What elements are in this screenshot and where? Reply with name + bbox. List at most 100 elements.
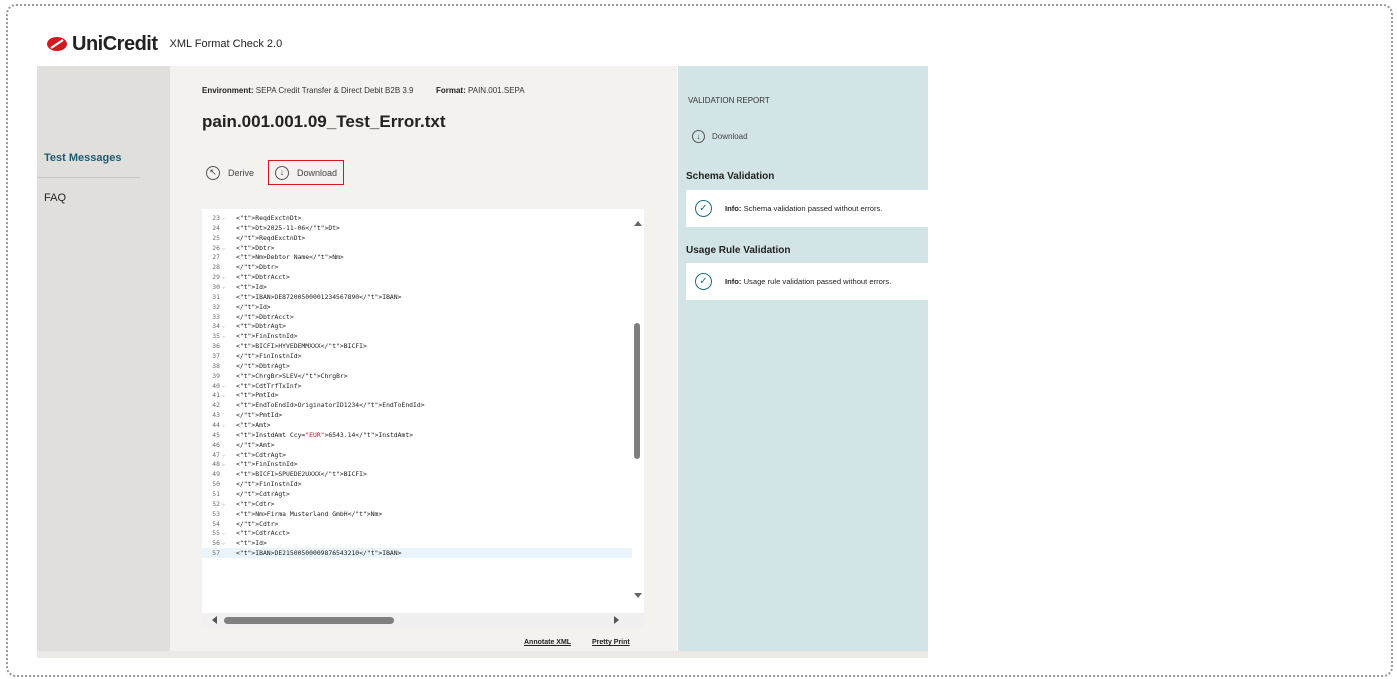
fold-chevron-icon[interactable]: ⌄ xyxy=(220,333,232,339)
line-number: 33 xyxy=(212,312,220,321)
sidebar-divider xyxy=(37,177,140,178)
code-line[interactable]: 44 ⌄ <"t">Amt> xyxy=(202,420,632,430)
app-header: UniCredit XML Format Check 2.0 xyxy=(46,33,282,55)
line-number: 31 xyxy=(212,292,220,301)
code-line[interactable]: 46 </"t">Amt> xyxy=(202,440,632,450)
code-line[interactable]: 28 </"t">Dbtr> xyxy=(202,262,632,272)
code-line[interactable]: 30 ⌄ <"t">Id> xyxy=(202,282,632,292)
code-line[interactable]: 47 ⌄ <"t">CdtrAgt> xyxy=(202,450,632,460)
line-number: 44 xyxy=(212,420,220,429)
code-text: <"t">Id> xyxy=(236,282,267,291)
footer-strip xyxy=(37,651,928,658)
line-number: 46 xyxy=(212,440,220,449)
fold-chevron-icon[interactable]: ⌄ xyxy=(220,501,232,507)
fold-chevron-icon[interactable]: ⌄ xyxy=(220,383,232,389)
scroll-right-icon[interactable] xyxy=(614,616,619,624)
vertical-scrollbar[interactable] xyxy=(632,209,644,613)
code-line[interactable]: 53 <"t">Nm>Firma Musterland GmbH</"t">Nm> xyxy=(202,509,632,519)
code-line[interactable]: 23 ⌄ <"t">ReqdExctnDt> xyxy=(202,213,632,223)
fold-chevron-icon[interactable]: ⌄ xyxy=(220,245,232,251)
code-line[interactable]: 38 </"t">DbtrAgt> xyxy=(202,361,632,371)
horizontal-scrollbar[interactable] xyxy=(202,613,644,627)
code-line[interactable]: 49 <"t">BICFI>SPUEDE2UXXX</"t">BICFI> xyxy=(202,469,632,479)
code-line[interactable]: 34 ⌄ <"t">DbtrAgt> xyxy=(202,321,632,331)
code-line[interactable]: 26 ⌄ <"t">Dbtr> xyxy=(202,243,632,253)
scroll-left-icon[interactable] xyxy=(212,616,217,624)
line-number: 30 xyxy=(212,282,220,291)
code-line[interactable]: 55 ⌄ <"t">CdtrAcct> xyxy=(202,529,632,539)
line-number: 28 xyxy=(212,263,220,272)
check-circle-icon: ✓ xyxy=(695,273,712,290)
download-button[interactable]: ↓ Download xyxy=(268,160,345,185)
line-number: 51 xyxy=(212,489,220,498)
fold-chevron-icon[interactable]: ⌄ xyxy=(220,422,232,428)
code-line[interactable]: 54 </"t">Cdtr> xyxy=(202,519,632,529)
code-line[interactable]: 33 </"t">DbtrAcct> xyxy=(202,312,632,322)
info-label: Info: xyxy=(725,204,742,213)
vertical-scroll-thumb[interactable] xyxy=(634,323,640,459)
derive-button[interactable]: ↖ Derive xyxy=(206,165,254,180)
code-line[interactable]: 31 <"t">IBAN>DE87200500001234567890</"t">… xyxy=(202,292,632,302)
file-title: pain.001.001.09_Test_Error.txt xyxy=(202,112,446,131)
report-download-button[interactable]: ↓ Download xyxy=(692,130,748,143)
line-number: 47 xyxy=(212,450,220,459)
fold-chevron-icon[interactable]: ⌄ xyxy=(220,274,232,280)
fold-chevron-icon[interactable]: ⌄ xyxy=(220,461,232,467)
sidebar: Test Messages FAQ xyxy=(37,66,170,658)
code-line[interactable]: 39 <"t">ChrgBr>SLEV</"t">ChrgBr> xyxy=(202,371,632,381)
code-line[interactable]: 56 ⌄ <"t">Id> xyxy=(202,538,632,548)
code-line[interactable]: 24 <"t">Dt>2025-11-06</"t">Dt> xyxy=(202,223,632,233)
fold-chevron-icon[interactable]: ⌄ xyxy=(220,540,232,546)
code-line[interactable]: 35 ⌄ <"t">FinInstnId> xyxy=(202,331,632,341)
sidebar-item-test-messages[interactable]: Test Messages xyxy=(44,152,121,164)
code-line[interactable]: 43 </"t">PmtId> xyxy=(202,410,632,420)
line-number: 35 xyxy=(212,332,220,341)
code-line[interactable]: 52 ⌄ <"t">Cdtr> xyxy=(202,499,632,509)
check-circle-icon: ✓ xyxy=(695,200,712,217)
code-text: </"t">DbtrAcct> xyxy=(236,312,294,321)
code-line[interactable]: 25 </"t">ReqdExctnDt> xyxy=(202,233,632,243)
fold-chevron-icon[interactable]: ⌄ xyxy=(220,284,232,290)
code-text: <"t">EndToEndId>OriginatorID1234</"t">En… xyxy=(236,401,425,410)
code-line[interactable]: 27 <"t">Nm>Debtor Name</"t">Nm> xyxy=(202,252,632,262)
format-value: PAIN.001.SEPA xyxy=(467,86,525,95)
code-line[interactable]: 42 <"t">EndToEndId>OriginatorID1234</"t">… xyxy=(202,400,632,410)
env-value: SEPA Credit Transfer & Direct Debit B2B … xyxy=(255,86,414,95)
fold-chevron-icon[interactable]: ⌄ xyxy=(220,530,232,536)
code-line[interactable]: 40 ⌄ <"t">CdtTrfTxInf> xyxy=(202,381,632,391)
line-number: 42 xyxy=(212,401,220,410)
fold-chevron-icon[interactable]: ⌄ xyxy=(220,323,232,329)
code-text: <"t">Id> xyxy=(236,539,267,548)
horizontal-scroll-thumb[interactable] xyxy=(224,617,394,624)
code-line[interactable]: 51 </"t">CdtrAgt> xyxy=(202,489,632,499)
line-number: 36 xyxy=(212,342,220,351)
code-line[interactable]: 48 ⌄ <"t">FinInstnId> xyxy=(202,459,632,469)
code-lines[interactable]: 23 ⌄ <"t">ReqdExctnDt> 24 <"t">Dt>2025-11-06… xyxy=(202,213,632,559)
schema-validation-title: Schema Validation xyxy=(686,171,775,182)
line-number: 26 xyxy=(212,243,220,252)
fold-chevron-icon[interactable]: ⌄ xyxy=(220,392,232,398)
annotate-xml-link[interactable]: Annotate XML xyxy=(524,639,571,646)
code-text: <"t">Amt> xyxy=(236,420,271,429)
code-text: </"t">DbtrAgt> xyxy=(236,361,290,370)
line-number: 45 xyxy=(212,430,220,439)
sidebar-item-faq[interactable]: FAQ xyxy=(44,192,66,204)
pretty-print-link[interactable]: Pretty Print xyxy=(592,639,630,646)
code-line[interactable]: 45 <"t">InstdAmt Ccy="EUR">6543.14</"t">I… xyxy=(202,430,632,440)
line-number: 50 xyxy=(212,480,220,489)
line-number: 39 xyxy=(212,371,220,380)
fold-chevron-icon[interactable]: ⌄ xyxy=(220,215,232,221)
code-line[interactable]: 36 <"t">BICFI>HYVEDEMMXXX</"t">BICFI> xyxy=(202,341,632,351)
code-line[interactable]: 41 ⌄ <"t">PmtId> xyxy=(202,390,632,400)
scroll-down-icon[interactable] xyxy=(634,593,642,598)
scroll-up-icon[interactable] xyxy=(634,221,642,226)
schema-validation-card: ✓ Info: Schema validation passed without… xyxy=(686,190,928,227)
code-line[interactable]: 29 ⌄ <"t">DbtrAcct> xyxy=(202,272,632,282)
code-line[interactable]: 37 </"t">FinInstnId> xyxy=(202,351,632,361)
code-line[interactable]: 32 </"t">Id> xyxy=(202,302,632,312)
code-line[interactable]: 57 <"t">IBAN>DE21500500009876543210</"t">… xyxy=(202,548,632,559)
code-line[interactable]: 50 </"t">FinInstnId> xyxy=(202,479,632,489)
xml-editor[interactable]: 23 ⌄ <"t">ReqdExctnDt> 24 <"t">Dt>2025-11-06… xyxy=(202,209,644,627)
code-text: <"t">PmtId> xyxy=(236,391,279,400)
fold-chevron-icon[interactable]: ⌄ xyxy=(220,452,232,458)
